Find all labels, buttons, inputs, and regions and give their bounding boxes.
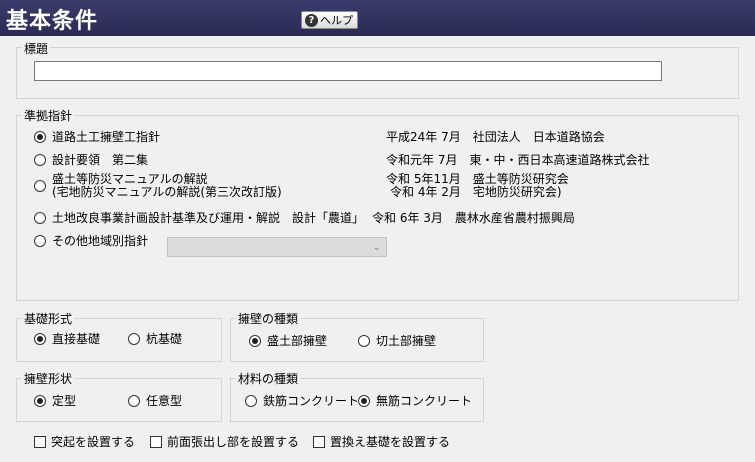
- checkbox-label: 置換え基礎を設置する: [330, 435, 451, 449]
- title-input[interactable]: [34, 61, 662, 81]
- radio-shape-custom[interactable]: 任意型: [128, 392, 182, 409]
- checkbox-protrusion[interactable]: 突起を設置する: [34, 433, 135, 450]
- radio-indicator: [34, 211, 46, 224]
- standard-legend: 準拠指針: [22, 107, 75, 124]
- radio-standard-other[interactable]: その他地域別指針: [34, 232, 148, 249]
- radio-shape-standard[interactable]: 定型: [34, 392, 76, 409]
- radio-label: その他地域別指針: [52, 234, 149, 248]
- radio-material-reinforced[interactable]: 鉄筋コンクリート: [245, 392, 359, 409]
- standard-info: 令和 6年 3月 農林水産省農村振興局: [372, 211, 575, 225]
- help-label: ヘルプ: [320, 14, 353, 27]
- material-legend: 材料の種類: [236, 370, 301, 387]
- question-icon: ?: [305, 13, 318, 27]
- standard-info: 平成24年 7月 社団法人 日本道路協会: [386, 130, 605, 144]
- radio-indicator: [34, 394, 46, 407]
- checkbox-replacement-foundation[interactable]: 置換え基礎を設置する: [313, 433, 450, 450]
- checkbox-label: 突起を設置する: [51, 435, 136, 449]
- radio-label: 定型: [52, 394, 77, 408]
- radio-material-plain[interactable]: 無筋コンクリート: [358, 392, 472, 409]
- checkbox-indicator: [313, 435, 325, 448]
- checkbox-indicator: [150, 435, 162, 448]
- radio-standard-road[interactable]: 道路土工擁壁工指針: [34, 128, 160, 145]
- radio-label-line2: (宅地防災マニュアルの解説(第三次改訂版): [52, 185, 282, 199]
- checkbox-label: 前面張出し部を設置する: [167, 435, 300, 449]
- title-bar: 基本条件 ? ヘルプ: [0, 0, 755, 36]
- radio-standard-design-guide[interactable]: 設計要領 第二集: [34, 151, 148, 168]
- radio-indicator: [34, 180, 46, 192]
- radio-label: 無筋コンクリート: [376, 394, 473, 408]
- radio-wall-fill[interactable]: 盛土部擁壁: [249, 332, 327, 349]
- radio-label: 設計要領 第二集: [52, 153, 149, 167]
- foundation-legend: 基礎形式: [22, 310, 75, 327]
- radio-label: 杭基礎: [146, 332, 183, 346]
- radio-indicator: [358, 334, 370, 347]
- radio-indicator: [128, 332, 140, 345]
- radio-indicator: [245, 394, 257, 407]
- standard-info: 令和元年 7月 東・中・西日本高速道路株式会社: [386, 153, 650, 167]
- help-button[interactable]: ? ヘルプ: [301, 11, 358, 29]
- radio-foundation-pile[interactable]: 杭基礎: [128, 330, 182, 347]
- radio-label: 盛土部擁壁: [267, 334, 328, 348]
- region-guideline-select[interactable]: ⌄: [167, 237, 387, 257]
- checkbox-front-overhang[interactable]: 前面張出し部を設置する: [150, 433, 299, 450]
- radio-standard-embankment[interactable]: [34, 180, 46, 192]
- radio-label: 切土部擁壁: [376, 334, 437, 348]
- radio-label: 直接基礎: [52, 332, 101, 346]
- chevron-down-icon: ⌄: [372, 242, 381, 253]
- radio-label: 任意型: [146, 394, 183, 408]
- radio-foundation-direct[interactable]: 直接基礎: [34, 330, 100, 347]
- radio-wall-cut[interactable]: 切土部擁壁: [358, 332, 436, 349]
- radio-indicator: [34, 332, 46, 345]
- radio-indicator: [249, 334, 261, 347]
- radio-label: 鉄筋コンクリート: [263, 394, 360, 408]
- standard-info: 令和 4年 2月 宅地防災研究会): [390, 185, 562, 199]
- radio-standard-land-improvement[interactable]: 土地改良事業計画設計基準及び運用・解説 設計「農道」: [34, 209, 364, 226]
- radio-indicator: [128, 394, 140, 407]
- radio-label: 道路土工擁壁工指針: [52, 130, 161, 144]
- page-title: 基本条件: [6, 9, 99, 34]
- wall-shape-legend: 擁壁形状: [22, 370, 75, 387]
- radio-indicator: [358, 394, 370, 407]
- radio-indicator: [34, 130, 46, 143]
- wall-kind-legend: 擁壁の種類: [236, 310, 301, 327]
- radio-indicator: [34, 153, 46, 166]
- radio-indicator: [34, 234, 46, 247]
- checkbox-indicator: [34, 435, 46, 448]
- radio-label: 土地改良事業計画設計基準及び運用・解説 設計「農道」: [52, 211, 365, 225]
- title-legend: 標題: [22, 40, 51, 57]
